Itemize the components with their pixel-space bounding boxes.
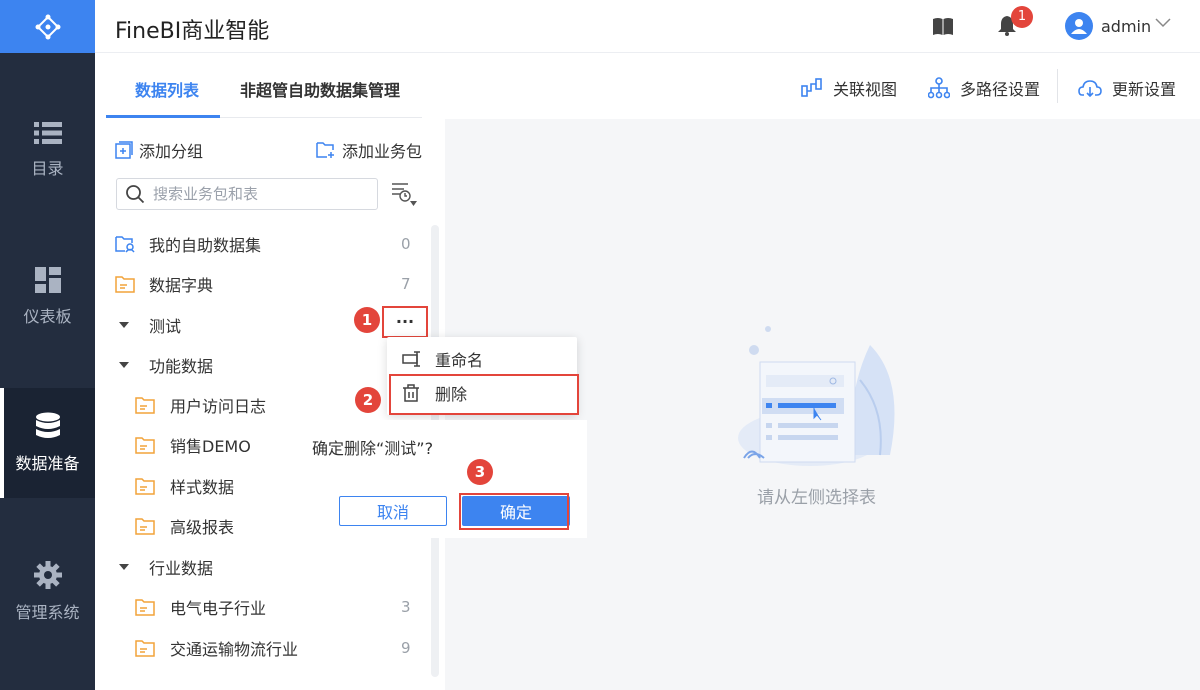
folder-icon xyxy=(135,639,155,657)
tree-item-label: 我的自助数据集 xyxy=(149,236,262,255)
app-logo[interactable] xyxy=(0,0,95,53)
tree-item-user-access-log[interactable]: 用户访问日志 xyxy=(95,385,435,425)
tree-item-count: 9 xyxy=(401,639,411,657)
delete-highlight xyxy=(389,374,579,415)
list-icon xyxy=(33,122,62,144)
search-box xyxy=(116,178,378,210)
rename-icon xyxy=(402,351,420,367)
nav-item-label: 数据准备 xyxy=(15,454,80,473)
tab-data-list[interactable]: 数据列表 xyxy=(135,77,199,101)
tree-group-function-data[interactable]: 功能数据 xyxy=(95,345,435,385)
tree-item-count: 0 xyxy=(401,235,411,253)
tree-item-electrical[interactable]: 电气电子行业 3 xyxy=(95,587,435,627)
tree-item-label: 测试 xyxy=(149,317,182,336)
folder-icon xyxy=(115,275,135,293)
self-service-folder-icon xyxy=(115,236,135,253)
update-settings-label: 更新设置 xyxy=(1112,80,1177,99)
folder-icon xyxy=(135,436,155,454)
add-package-button[interactable]: 添加业务包 xyxy=(316,138,422,162)
left-nav: 目录 仪表板 数据准备 管理系统 xyxy=(0,0,95,690)
chevron-down-icon[interactable] xyxy=(1155,18,1171,28)
nav-item-dashboard[interactable]: 仪表板 xyxy=(0,242,95,352)
tree-item-count: 3 xyxy=(401,598,411,616)
menu-item-label: 重命名 xyxy=(435,351,484,370)
empty-state-text: 请从左侧选择表 xyxy=(757,488,876,508)
folder-icon xyxy=(135,598,155,616)
book-icon[interactable] xyxy=(933,17,953,35)
add-package-icon xyxy=(316,142,334,158)
add-package-label: 添加业务包 xyxy=(342,142,423,161)
add-group-icon xyxy=(115,141,133,159)
add-group-label: 添加分组 xyxy=(139,142,204,161)
caret-down-icon[interactable] xyxy=(119,564,129,570)
nav-item-label: 管理系统 xyxy=(15,603,80,622)
logo-icon xyxy=(35,14,60,39)
tree-item-data-dictionary[interactable]: 数据字典 7 xyxy=(95,264,435,304)
tree-item-label: 交通运输物流行业 xyxy=(170,640,299,659)
avatar[interactable] xyxy=(1065,12,1093,40)
tabs-bar: 数据列表 非超管自助数据集管理 关联视图 多路径设置 更新设置 xyxy=(95,53,1200,119)
tab-self-service-datasets[interactable]: 非超管自助数据集管理 xyxy=(240,77,400,101)
tree-item-label: 样式数据 xyxy=(170,478,235,497)
confirm-highlight xyxy=(459,493,569,530)
cloud-refresh-icon xyxy=(1078,80,1102,97)
tree-item-label: 数据字典 xyxy=(149,276,214,295)
username[interactable]: admin xyxy=(1101,17,1151,36)
tree-item-label: 用户访问日志 xyxy=(170,397,267,416)
database-icon xyxy=(35,412,60,438)
menu-item-rename[interactable]: 重命名 xyxy=(387,342,577,376)
caret-down-icon[interactable] xyxy=(119,362,129,368)
multipath-label: 多路径设置 xyxy=(960,80,1041,99)
hierarchy-icon xyxy=(928,77,950,99)
step-1-marker: 1 xyxy=(354,307,380,333)
more-options-button[interactable]: ··· xyxy=(388,311,422,333)
user-icon xyxy=(1071,19,1087,34)
add-group-button[interactable]: 添加分组 xyxy=(115,138,203,162)
folder-icon xyxy=(135,477,155,495)
multipath-settings-button[interactable]: 多路径设置 xyxy=(928,76,1040,100)
notification-badge: 1 xyxy=(1011,6,1033,28)
relation-icon xyxy=(801,78,822,97)
nav-item-label: 仪表板 xyxy=(23,307,72,326)
tree-item-count: 7 xyxy=(401,275,411,293)
cancel-button[interactable]: 取消 xyxy=(339,496,447,526)
app-title: FineBI商业智能 xyxy=(115,19,270,44)
update-settings-button[interactable]: 更新设置 xyxy=(1078,76,1176,100)
empty-state-illustration xyxy=(738,326,895,466)
step-2-marker: 2 xyxy=(355,387,381,413)
step-3-marker: 3 xyxy=(467,459,493,485)
confirm-message: 确定删除“测试”? xyxy=(312,439,434,458)
tree-item-label: 功能数据 xyxy=(149,357,214,376)
caret-down-icon[interactable] xyxy=(119,322,129,328)
top-header: FineBI商业智能 1 admin xyxy=(95,0,1200,53)
tree-item-my-self-service[interactable]: 我的自助数据集 0 xyxy=(95,224,435,264)
tree-group-industry-data[interactable]: 行业数据 xyxy=(95,547,435,587)
nav-item-label: 目录 xyxy=(31,159,64,178)
nav-item-catalog[interactable]: 目录 xyxy=(0,95,95,205)
gear-icon xyxy=(33,561,62,589)
tree-item-label: 高级报表 xyxy=(170,518,235,537)
filter-sort-icon[interactable] xyxy=(391,181,417,207)
tree-item-label: 电气电子行业 xyxy=(170,599,267,618)
relation-view-label: 关联视图 xyxy=(833,80,898,99)
nav-item-data-prep[interactable]: 数据准备 xyxy=(0,388,95,498)
search-input[interactable] xyxy=(153,185,363,203)
folder-icon xyxy=(135,396,155,414)
folder-icon xyxy=(135,517,155,535)
tab-active-indicator xyxy=(106,115,220,118)
tree-item-label: 销售DEMO xyxy=(170,437,251,456)
toolbar-separator xyxy=(1057,69,1058,103)
tree-item-transport[interactable]: 交通运输物流行业 9 xyxy=(95,628,435,668)
dashboard-icon xyxy=(34,267,61,293)
tree-item-label: 行业数据 xyxy=(149,559,214,578)
relation-view-button[interactable]: 关联视图 xyxy=(801,76,897,100)
nav-item-admin[interactable]: 管理系统 xyxy=(0,537,95,647)
search-icon xyxy=(126,185,145,204)
